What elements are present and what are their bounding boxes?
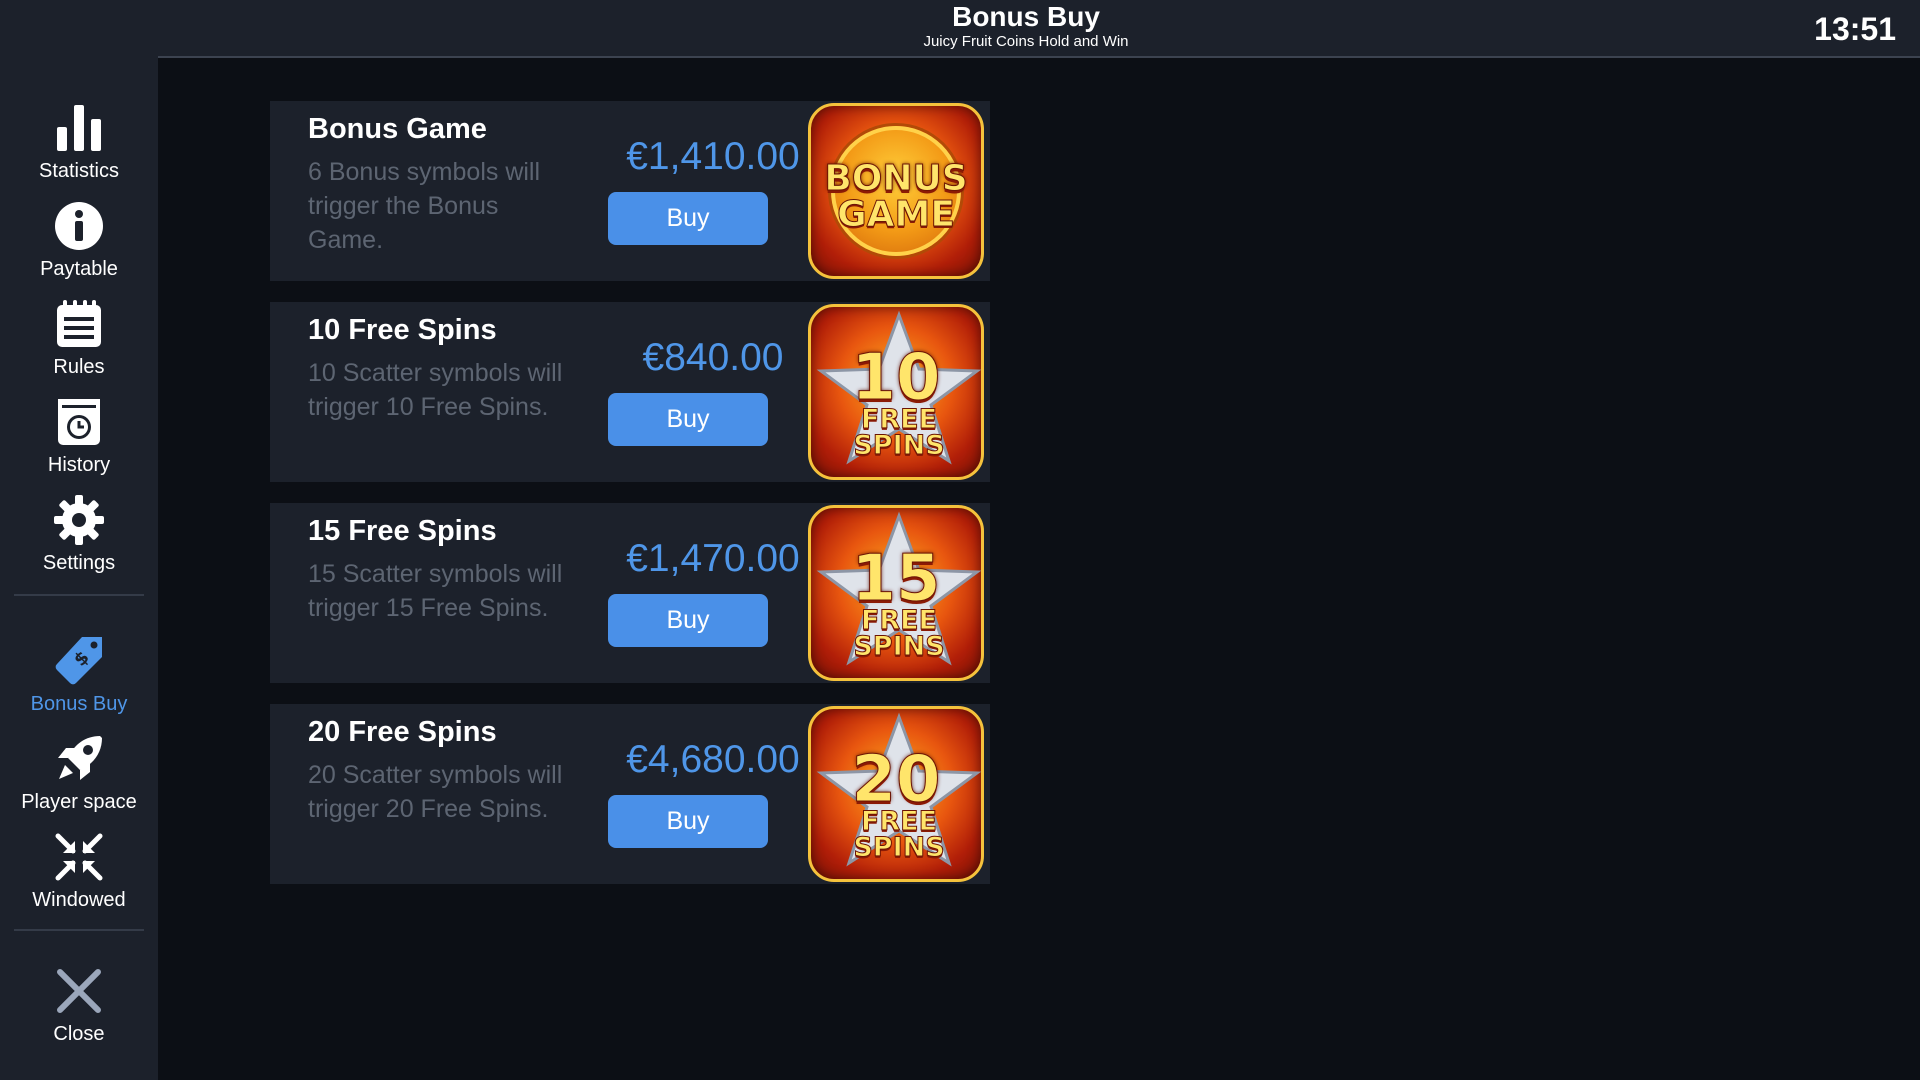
sidebar-item-label: Bonus Buy (30, 693, 128, 715)
collapse-arrows-icon (49, 827, 109, 887)
offer-card-15-free-spins: 15 Free Spins 15 Scatter symbols will tr… (270, 503, 990, 683)
buy-button[interactable]: Buy (608, 192, 768, 245)
gear-icon (49, 490, 109, 550)
game-subtitle: Juicy Fruit Coins Hold and Win (923, 33, 1129, 50)
offer-title: 15 Free Spins (308, 515, 497, 547)
badge-text: FREE SPINS (853, 404, 945, 461)
badge-text: FREE SPINS (853, 605, 945, 662)
offer-card-10-free-spins: 10 Free Spins 10 Scatter symbols will tr… (270, 302, 990, 482)
offer-price: €1,410.00 (626, 135, 800, 178)
sidebar-item-history[interactable]: History (0, 392, 158, 477)
close-button[interactable]: Close (0, 961, 158, 1046)
sidebar-item-bonus-buy[interactable]: $ Bonus Buy (0, 631, 158, 716)
clock: 13:51 (1814, 11, 1896, 47)
bonus-offers-list: Bonus Game 6 Bonus symbols will trigger … (270, 101, 990, 905)
offer-price: €840.00 (642, 336, 784, 379)
free-spins-badge-image: 15 FREE SPINS (808, 505, 984, 681)
offer-card-bonus-game: Bonus Game 6 Bonus symbols will trigger … (270, 101, 990, 281)
sidebar-item-label: History (47, 454, 111, 476)
sidebar-item-windowed[interactable]: Windowed (0, 827, 158, 912)
sidebar-item-label: Statistics (38, 160, 120, 182)
sidebar-divider (14, 929, 144, 931)
sidebar-item-settings[interactable]: Settings (0, 490, 158, 575)
sidebar-item-label: Player space (21, 791, 137, 813)
badge-text: GAME (837, 194, 956, 236)
free-spins-badge-image: 20 FREE SPINS (808, 706, 984, 882)
history-clock-icon (49, 392, 109, 452)
info-icon (49, 196, 109, 256)
sidebar-item-label: Close (53, 1023, 105, 1045)
sidebar-divider (14, 594, 144, 596)
offer-title: 10 Free Spins (308, 314, 497, 346)
badge-text: BONUS (824, 158, 968, 200)
offer-title: 20 Free Spins (308, 716, 497, 748)
sidebar-item-label: Paytable (40, 258, 118, 280)
sidebar-item-label: Rules (53, 356, 105, 378)
sidebar-item-label: Windowed (32, 889, 126, 911)
offer-price: €4,680.00 (626, 738, 800, 781)
buy-button[interactable]: Buy (608, 393, 768, 446)
notepad-icon (49, 294, 109, 354)
badge-text: FREE SPINS (853, 806, 945, 863)
buy-button[interactable]: Buy (608, 594, 768, 647)
offer-card-20-free-spins: 20 Free Spins 20 Scatter symbols will tr… (270, 704, 990, 884)
offer-price: €1,470.00 (626, 537, 800, 580)
offer-description: 15 Scatter symbols will trigger 15 Free … (308, 560, 563, 622)
sidebar: Statistics Paytable Rules History Settin… (0, 0, 158, 1080)
sidebar-item-label: Settings (42, 552, 116, 574)
sidebar-item-rules[interactable]: Rules (0, 294, 158, 379)
sidebar-item-player-space[interactable]: Player space (0, 729, 158, 814)
offer-description: 20 Scatter symbols will trigger 20 Free … (308, 761, 563, 823)
close-icon (49, 961, 109, 1021)
bonus-game-badge-image: BONUS GAME (808, 103, 984, 279)
sidebar-item-statistics[interactable]: Statistics (0, 98, 158, 183)
offer-description: 10 Scatter symbols will trigger 10 Free … (308, 359, 563, 421)
sidebar-item-paytable[interactable]: Paytable (0, 196, 158, 281)
page-title: Bonus Buy (952, 1, 1100, 32)
offer-title: Bonus Game (308, 113, 487, 145)
rocket-icon (49, 729, 109, 789)
bar-chart-icon (49, 98, 109, 158)
offer-description: 6 Bonus symbols will trigger the Bonus G… (308, 158, 541, 254)
price-tag-icon: $ (49, 631, 109, 691)
header-bar: Bonus Buy Juicy Fruit Coins Hold and Win… (158, 0, 1920, 58)
buy-button[interactable]: Buy (608, 795, 768, 848)
free-spins-badge-image: 10 FREE SPINS (808, 304, 984, 480)
